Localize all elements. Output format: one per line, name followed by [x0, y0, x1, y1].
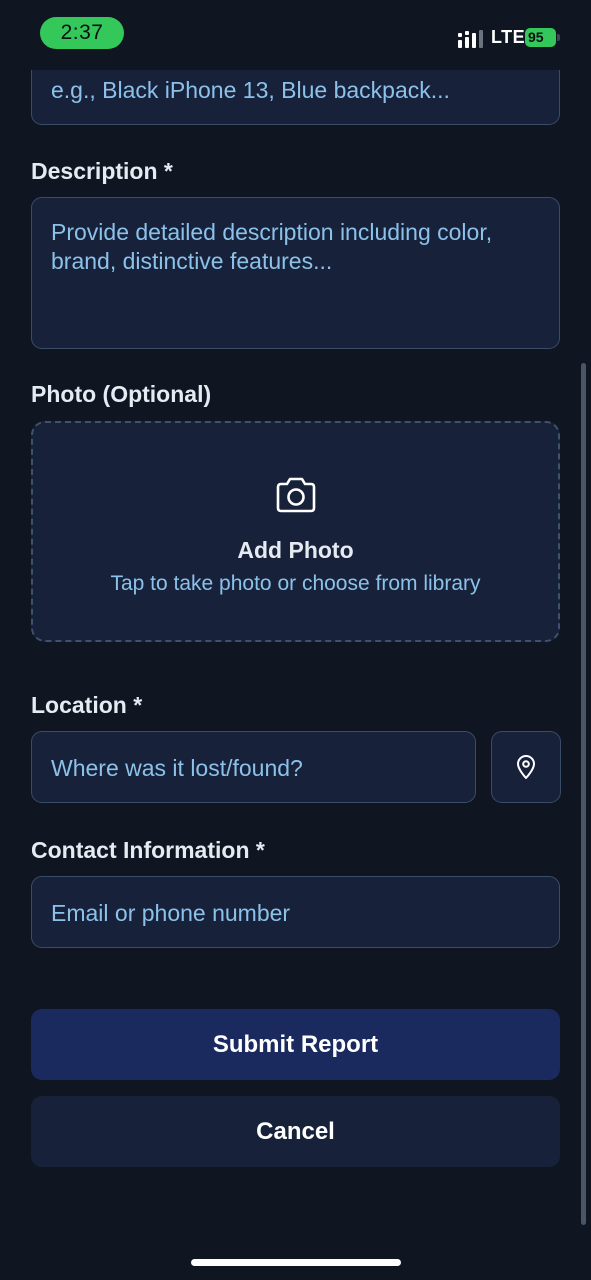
network-type: LTE	[491, 27, 526, 47]
contact-placeholder: Email or phone number	[51, 900, 291, 926]
description-placeholder-line1: Provide detailed description including c…	[51, 219, 493, 245]
location-label: Location *	[31, 692, 143, 718]
add-photo-title: Add Photo	[237, 537, 354, 563]
add-photo-subtitle: Tap to take photo or choose from library	[110, 572, 481, 595]
battery-level: 95	[528, 29, 544, 45]
description-textarea[interactable]: Provide detailed description including c…	[31, 197, 560, 349]
cancel-button[interactable]: Cancel	[31, 1096, 560, 1167]
photo-label: Photo (Optional)	[31, 381, 212, 407]
status-time: 2:37	[40, 17, 124, 49]
home-indicator[interactable]	[191, 1259, 401, 1266]
submit-report-button[interactable]: Submit Report	[31, 1009, 560, 1080]
add-photo-dropzone[interactable]: Add Photo Tap to take photo or choose fr…	[31, 421, 560, 642]
signal-icon	[458, 30, 483, 48]
contact-label: Contact Information *	[31, 837, 265, 863]
location-placeholder: Where was it lost/found?	[51, 755, 303, 781]
contact-input[interactable]: Email or phone number	[31, 876, 560, 948]
battery-icon: 95	[525, 28, 556, 47]
description-label: Description *	[31, 158, 173, 184]
camera-icon	[276, 477, 316, 513]
status-bar: 2:37 LTE 95	[0, 0, 591, 70]
report-item-screen: e.g., Black iPhone 13, Blue backpack... …	[0, 0, 591, 1280]
map-pin-icon	[517, 755, 535, 779]
location-input[interactable]: Where was it lost/found?	[31, 731, 476, 803]
description-placeholder-line2: brand, distinctive features...	[51, 248, 333, 274]
use-location-button[interactable]	[491, 731, 561, 803]
item-name-placeholder: e.g., Black iPhone 13, Blue backpack...	[51, 77, 450, 103]
scrollbar[interactable]	[581, 363, 586, 1225]
battery-tip	[557, 34, 560, 41]
